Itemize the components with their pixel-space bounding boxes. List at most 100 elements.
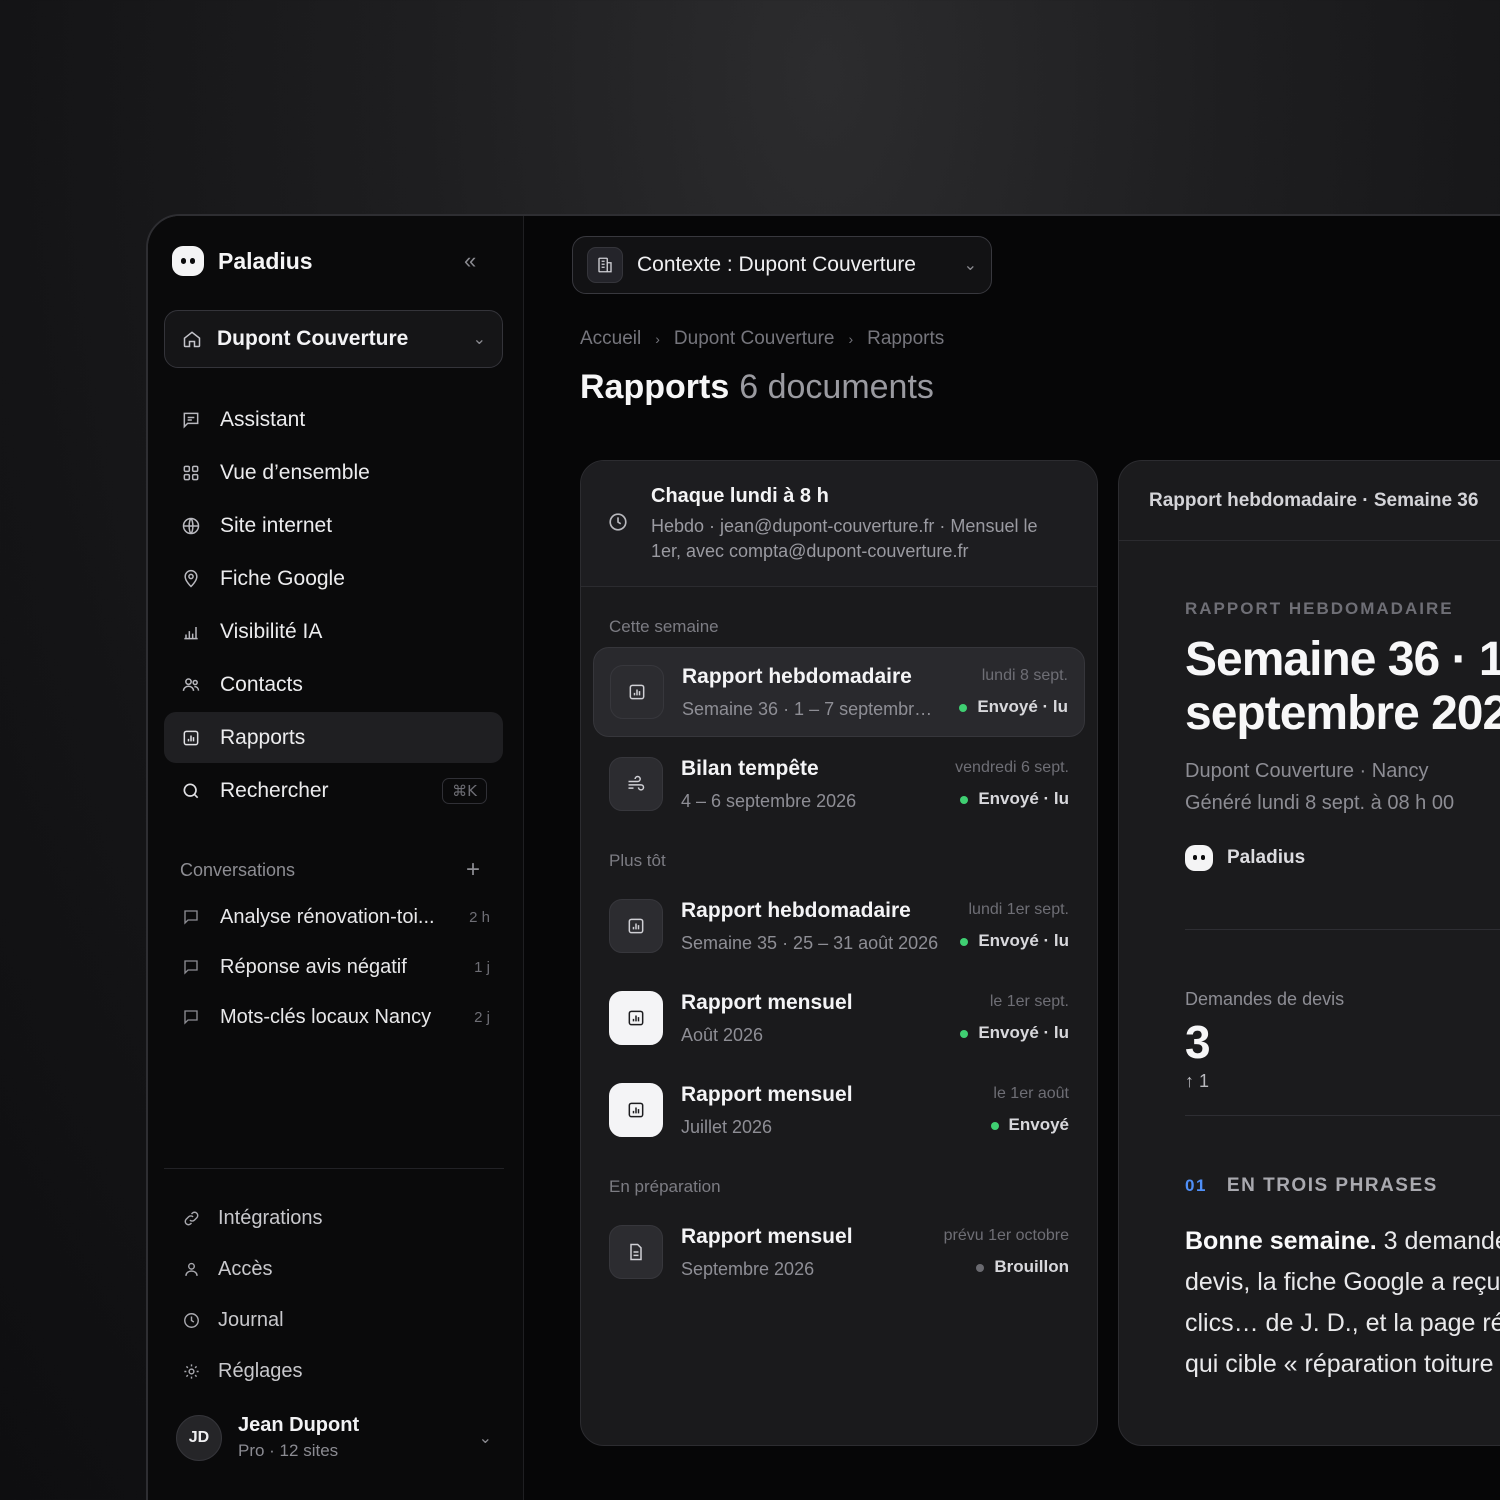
- report-author: Paladius: [1185, 845, 1305, 871]
- report-body: Rapport hebdomadaire Semaine 35 · 25 – 3…: [681, 899, 942, 954]
- workspace-select[interactable]: Dupont Couverture ⌄: [164, 310, 503, 368]
- report-item[interactable]: Bilan tempête 4 – 6 septembre 2026 vendr…: [593, 739, 1085, 829]
- metric-delta: ↑ 1: [1185, 1071, 1210, 1091]
- report-icon: [609, 991, 663, 1045]
- report-item[interactable]: Rapport hebdomadaire Semaine 36 · 1 – 7 …: [593, 647, 1085, 737]
- nav-label: Rapports: [220, 725, 306, 749]
- document-icon: [609, 1225, 663, 1279]
- new-conversation-icon[interactable]: +: [466, 856, 480, 884]
- report-item[interactable]: Rapport mensuel Juillet 2026 le 1er août…: [593, 1065, 1085, 1155]
- status-dot-icon: [976, 1263, 985, 1272]
- paladius-logo-icon: [1185, 845, 1213, 871]
- page-title-text: Rapports: [580, 368, 730, 406]
- report-body: Rapport mensuel Juillet 2026: [681, 1083, 973, 1138]
- report-item[interactable]: Rapport mensuel Août 2026 le 1er sept. E…: [593, 973, 1085, 1063]
- report-icon: [609, 1083, 663, 1137]
- nav-label: Visibilité IA: [220, 619, 323, 643]
- section-label: En préparation: [609, 1177, 721, 1196]
- wind-icon: [609, 757, 663, 811]
- report-meta: lundi 8 sept. Envoyé · lu: [959, 667, 1068, 717]
- avatar: JD: [176, 1414, 222, 1461]
- report-date: lundi 8 sept.: [981, 667, 1068, 684]
- user-info: Jean Dupont Pro · 12 sites: [238, 1414, 359, 1461]
- page-title: Rapports 6 documents: [580, 368, 934, 407]
- nav-item-overview[interactable]: Vue d’ensemble: [164, 447, 503, 498]
- nav-item-reports[interactable]: Rapports: [164, 712, 503, 763]
- gear-icon: [180, 1361, 202, 1383]
- nav-item-google-profile[interactable]: Fiche Google: [164, 553, 503, 604]
- report-subtitle: Septembre 2026: [681, 1258, 815, 1279]
- status-text: Envoyé · lu: [978, 1023, 1069, 1042]
- schedule-title: Chaque lundi à 8 h: [651, 485, 829, 507]
- search-icon: [180, 780, 202, 802]
- report-title: Rapport mensuel: [681, 1224, 853, 1248]
- nav-item-integrations[interactable]: Intégrations: [180, 1194, 480, 1243]
- nav-item-website[interactable]: Site internet: [164, 500, 503, 551]
- conversation-item[interactable]: Analyse rénovation-toi... 2 h: [180, 892, 490, 942]
- workspace-label: Dupont Couverture: [217, 327, 409, 350]
- status-text: Envoyé: [1008, 1115, 1069, 1134]
- report-date: prévu 1er octobre: [943, 1227, 1069, 1244]
- report-body: Rapport mensuel Septembre 2026: [681, 1225, 926, 1280]
- report-title: Rapport hebdomadaire: [682, 664, 912, 688]
- report-detail-panel: Rapport hebdomadaire · Semaine 36 RAPPOR…: [1118, 460, 1500, 1446]
- globe-icon: [180, 515, 202, 537]
- detail-header: Rapport hebdomadaire · Semaine 36: [1119, 461, 1500, 541]
- report-generated: Généré lundi 8 sept. à 08 h 00: [1185, 792, 1455, 814]
- breadcrumb-separator-icon: ›: [655, 331, 660, 347]
- nav-label: Site internet: [220, 513, 333, 537]
- nav-item-ai-visibility[interactable]: Visibilité IA: [164, 606, 503, 657]
- nav-item-assistant[interactable]: Assistant: [164, 394, 503, 445]
- brand[interactable]: Paladius: [172, 246, 313, 276]
- chat-icon: [180, 906, 202, 928]
- conversation-item[interactable]: Mots-clés locaux Nancy 2 j: [180, 992, 490, 1042]
- breadcrumb-item[interactable]: Dupont Couverture: [674, 328, 835, 350]
- context-selector[interactable]: Contexte : Dupont Couverture ⌄: [572, 236, 992, 294]
- nav-label: Contacts: [220, 672, 303, 696]
- user-menu[interactable]: JD Jean Dupont Pro · 12 sites ⌄: [176, 1414, 492, 1461]
- nav-item-contacts[interactable]: Contacts: [164, 659, 503, 710]
- home-icon: [181, 328, 203, 350]
- report-subtitle: Semaine 36 · 1 – 7 septembre 2026: [682, 698, 942, 719]
- conversation-list: Analyse rénovation-toi... 2 h Réponse av…: [180, 892, 490, 1042]
- status-badge: Envoyé · lu: [960, 1023, 1069, 1043]
- report-subtitle: Semaine 35 · 25 – 31 août 2026: [681, 932, 939, 953]
- collapse-sidebar-icon[interactable]: «: [464, 248, 476, 274]
- summary-text: Bonne semaine. 3 demandes de devis, la f…: [1185, 1221, 1500, 1385]
- report-icon: [610, 665, 664, 719]
- report-title: Rapport hebdomadaire: [681, 898, 911, 922]
- app-window: Paladius « Dupont Couverture ⌄ Assistant…: [146, 214, 1500, 1500]
- breadcrumb-item[interactable]: Accueil: [580, 328, 641, 350]
- report-meta: vendredi 6 sept. Envoyé · lu: [955, 759, 1069, 809]
- user-plan: Pro · 12 sites: [238, 1441, 339, 1460]
- nav-item-search[interactable]: Rechercher ⌘K: [164, 765, 503, 816]
- report-icon: [609, 899, 663, 953]
- breadcrumb-item[interactable]: Rapports: [867, 328, 944, 350]
- nav-item-access[interactable]: Accès: [180, 1245, 480, 1294]
- conversation-title: Mots-clés locaux Nancy: [220, 1005, 432, 1028]
- report-meta: Dupont Couverture · Nancy Généré lundi 8…: [1185, 755, 1454, 819]
- pin-icon: [180, 568, 202, 590]
- divider: [1185, 929, 1500, 930]
- breadcrumb-separator-icon: ›: [848, 331, 854, 347]
- metric-label: Demandes de devis: [1185, 989, 1345, 1009]
- context-label: Contexte : Dupont Couverture: [637, 253, 916, 276]
- sidebar-divider: [164, 1168, 504, 1169]
- report-item[interactable]: Rapport hebdomadaire Semaine 35 · 25 – 3…: [593, 881, 1085, 971]
- brand-name: Paladius: [218, 247, 313, 274]
- nav-item-settings[interactable]: Réglages: [180, 1347, 480, 1396]
- paladius-logo-icon: [172, 246, 204, 276]
- report-item[interactable]: Rapport mensuel Septembre 2026 prévu 1er…: [593, 1207, 1085, 1297]
- status-badge: Envoyé · lu: [960, 931, 1069, 951]
- grid-icon: [180, 462, 202, 484]
- report-title: Bilan tempête: [681, 756, 819, 780]
- document-count: 6 documents: [739, 368, 934, 406]
- conversations-header: Conversations +: [180, 856, 480, 884]
- chevron-down-icon: ⌄: [478, 1429, 492, 1447]
- nav-item-journal[interactable]: Journal: [180, 1296, 480, 1345]
- conversation-item[interactable]: Réponse avis négatif 1 j: [180, 942, 490, 992]
- conversation-title: Réponse avis négatif: [220, 955, 407, 978]
- summary-lead: Bonne semaine.: [1185, 1227, 1377, 1255]
- users-icon: [180, 674, 202, 696]
- schedule-banner[interactable]: Chaque lundi à 8 h Hebdo · jean@dupont-c…: [581, 461, 1097, 587]
